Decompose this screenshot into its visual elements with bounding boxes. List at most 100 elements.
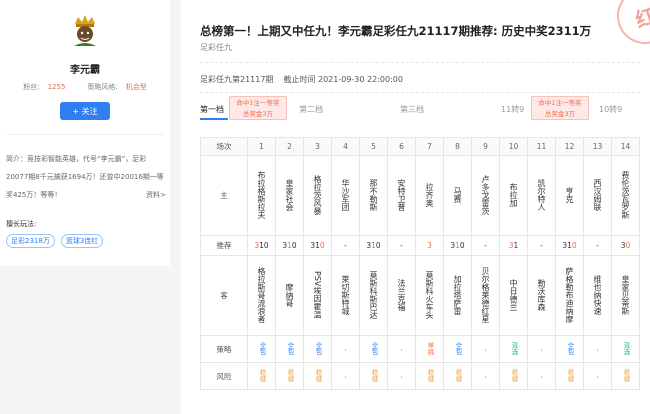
risk-cell: -	[527, 362, 556, 390]
win-badge: 命中1注一等奖 总奖金3万	[229, 96, 287, 120]
risk-cell: -	[583, 362, 612, 390]
home-team-name: 布拉加	[509, 182, 518, 207]
away-team-cell: 法兰克福	[387, 255, 416, 336]
away-team-cell: 加拉塔萨雷	[443, 255, 472, 336]
strategy-label: 全包	[286, 341, 294, 355]
risk-label: 稳健	[314, 368, 322, 382]
home-team-name: 那不勒斯	[369, 178, 378, 211]
win-badge: 命中1注一等奖 总奖金3万	[531, 96, 589, 120]
match-no: 1	[247, 137, 276, 156]
recommendation-option: 0	[319, 241, 325, 250]
away-team-name: 萨格勒布迪纳摩	[565, 266, 574, 323]
recommendation-cell: -	[471, 235, 500, 256]
row-home: 主布拉格斯拉夫 皇家社会 格拉茨风暴 华沙军团 那不勒斯 安特卫普 拉齐奥 马赛 卢多戈雷茨 布拉…	[200, 155, 640, 236]
recommendation-option: 0	[263, 241, 269, 250]
strategy-cell: -	[331, 335, 360, 363]
home-team-cell: 那不勒斯	[359, 155, 388, 236]
article-panel: 总榜第一！上期又中任九！李元霸足彩任九21117期推荐: 历史中奖2311万 足…	[181, 0, 650, 414]
away-team-cell: 莫斯科斯巴达	[359, 255, 388, 336]
recommendation-cell: 3	[415, 235, 444, 256]
home-team-cell: 皇家社会	[275, 155, 304, 236]
match-no: 3	[303, 137, 332, 156]
away-team-name: 格拉斯哥流浪者	[257, 266, 266, 323]
tab-tier-2[interactable]: 第二档	[299, 104, 323, 115]
expert-profile-card: 李元霸 粉丝: 1255 策略风格: 机会型 + 关注 简介：竞技彩智能英雄，代号“…	[0, 0, 170, 266]
strategy-label: -	[594, 349, 602, 352]
away-team-cell: 维也纳快速	[583, 255, 612, 336]
strategy-cell: 全包	[247, 335, 276, 363]
follow-button[interactable]: + 关注	[60, 102, 110, 120]
match-no: 8	[443, 137, 472, 156]
more-info-link[interactable]: 资料>	[146, 186, 166, 204]
strategy-label: 双选	[510, 341, 518, 355]
risk-label: 稳健	[454, 368, 462, 382]
stat-style: 策略风格: 机会型	[87, 83, 147, 91]
row-label-index: 场次	[200, 137, 248, 156]
away-team-cell: PSV埃因霍温	[303, 255, 332, 336]
strategy-label: -	[482, 349, 490, 352]
recommendation-cell: 31	[499, 235, 528, 256]
strategy-cell: 全包	[555, 335, 584, 363]
home-team-cell: 格拉茨风暴	[303, 155, 332, 236]
away-team-name: 法兰克福	[397, 278, 406, 311]
profile-stats: 粉丝: 1255 策略风格: 机会型	[0, 82, 170, 92]
recommendation-option: -	[596, 241, 599, 250]
risk-label: 稳健	[426, 368, 434, 382]
recommendation-option: -	[540, 241, 543, 250]
home-team-cell: 费伦茨瓦罗斯	[611, 155, 640, 236]
recommendation-cell: -	[331, 235, 360, 256]
away-team-cell: 莱切斯特城	[331, 255, 360, 336]
strategy-cell: 单挑	[415, 335, 444, 363]
home-team-cell: 华沙军团	[331, 155, 360, 236]
article-category: 足彩任九	[200, 43, 232, 52]
match-no: 4	[331, 137, 360, 156]
recommendation-option: 3	[427, 241, 432, 250]
risk-cell: 稳健	[359, 362, 388, 390]
profile-intro: 简介：竞技彩智能英雄，代号“李元霸”，足彩20077期8千元擒获1694万！还曾…	[6, 150, 166, 204]
tag-basketball[interactable]: 篮球3连红	[60, 234, 104, 248]
home-team-cell: 布拉格斯拉夫	[247, 155, 276, 236]
strategy-cell: 全包	[275, 335, 304, 363]
divider	[6, 134, 164, 135]
tab-tier-1[interactable]: 第一档	[200, 104, 224, 115]
home-team-name: 拉齐奥	[425, 182, 434, 207]
row-strategy: 策略 全包 全包 全包 - 全包 - 单挑 全包 - 双选 - 全包 - 双选	[200, 335, 640, 363]
avatar[interactable]	[70, 14, 100, 46]
row-label-away: 客	[200, 255, 248, 336]
row-label-strategy: 策略	[200, 335, 248, 363]
home-team-cell: 马赛	[443, 155, 472, 236]
risk-cell: 稳健	[555, 362, 584, 390]
home-team-cell: 布拉加	[499, 155, 528, 236]
recommendation-cell: 310	[275, 235, 304, 256]
risk-cell: 稳健	[499, 362, 528, 390]
home-team-name: 格拉茨风暴	[313, 174, 322, 215]
tab-tier-3[interactable]: 第三档	[400, 104, 424, 115]
recommendation-option: 0	[291, 241, 297, 250]
tag-football[interactable]: 足彩2318万	[6, 234, 55, 248]
tab-11to9[interactable]: 11转9	[501, 104, 524, 115]
home-team-name: 亨克	[565, 186, 574, 203]
home-team-cell: 凯尔特人	[527, 155, 556, 236]
strategy-cell: -	[583, 335, 612, 363]
risk-label: -	[538, 376, 546, 379]
home-team-name: 布拉格斯拉夫	[257, 170, 266, 219]
strategy-cell: -	[387, 335, 416, 363]
match-no: 5	[359, 137, 388, 156]
home-team-name: 安特卫普	[397, 178, 406, 211]
expert-name: 李元霸	[70, 65, 100, 76]
recommendation-option: 0	[571, 241, 577, 250]
strategy-label: 全包	[258, 341, 266, 355]
away-team-cell: 格拉斯哥流浪者	[247, 255, 276, 336]
home-team-name: 皇家社会	[285, 178, 294, 211]
good-at-label: 擅长玩法:	[6, 220, 37, 228]
stat-fans: 粉丝: 1255	[23, 83, 66, 91]
risk-cell: 稳健	[415, 362, 444, 390]
tab-10to9[interactable]: 10转9	[599, 104, 622, 115]
match-no: 10	[499, 137, 528, 156]
recommendation-option: -	[484, 241, 487, 250]
risk-label: 稳健	[370, 368, 378, 382]
row-risk: 风险 稳健 稳健 稳健 - 稳健 - 稳健 稳健 - 稳健 - 稳健 - 稳健	[200, 362, 640, 390]
away-team-name: PSV埃因霍温	[313, 270, 322, 319]
recommendation-option: 0	[375, 241, 381, 250]
home-team-name: 费伦茨瓦罗斯	[621, 170, 630, 219]
